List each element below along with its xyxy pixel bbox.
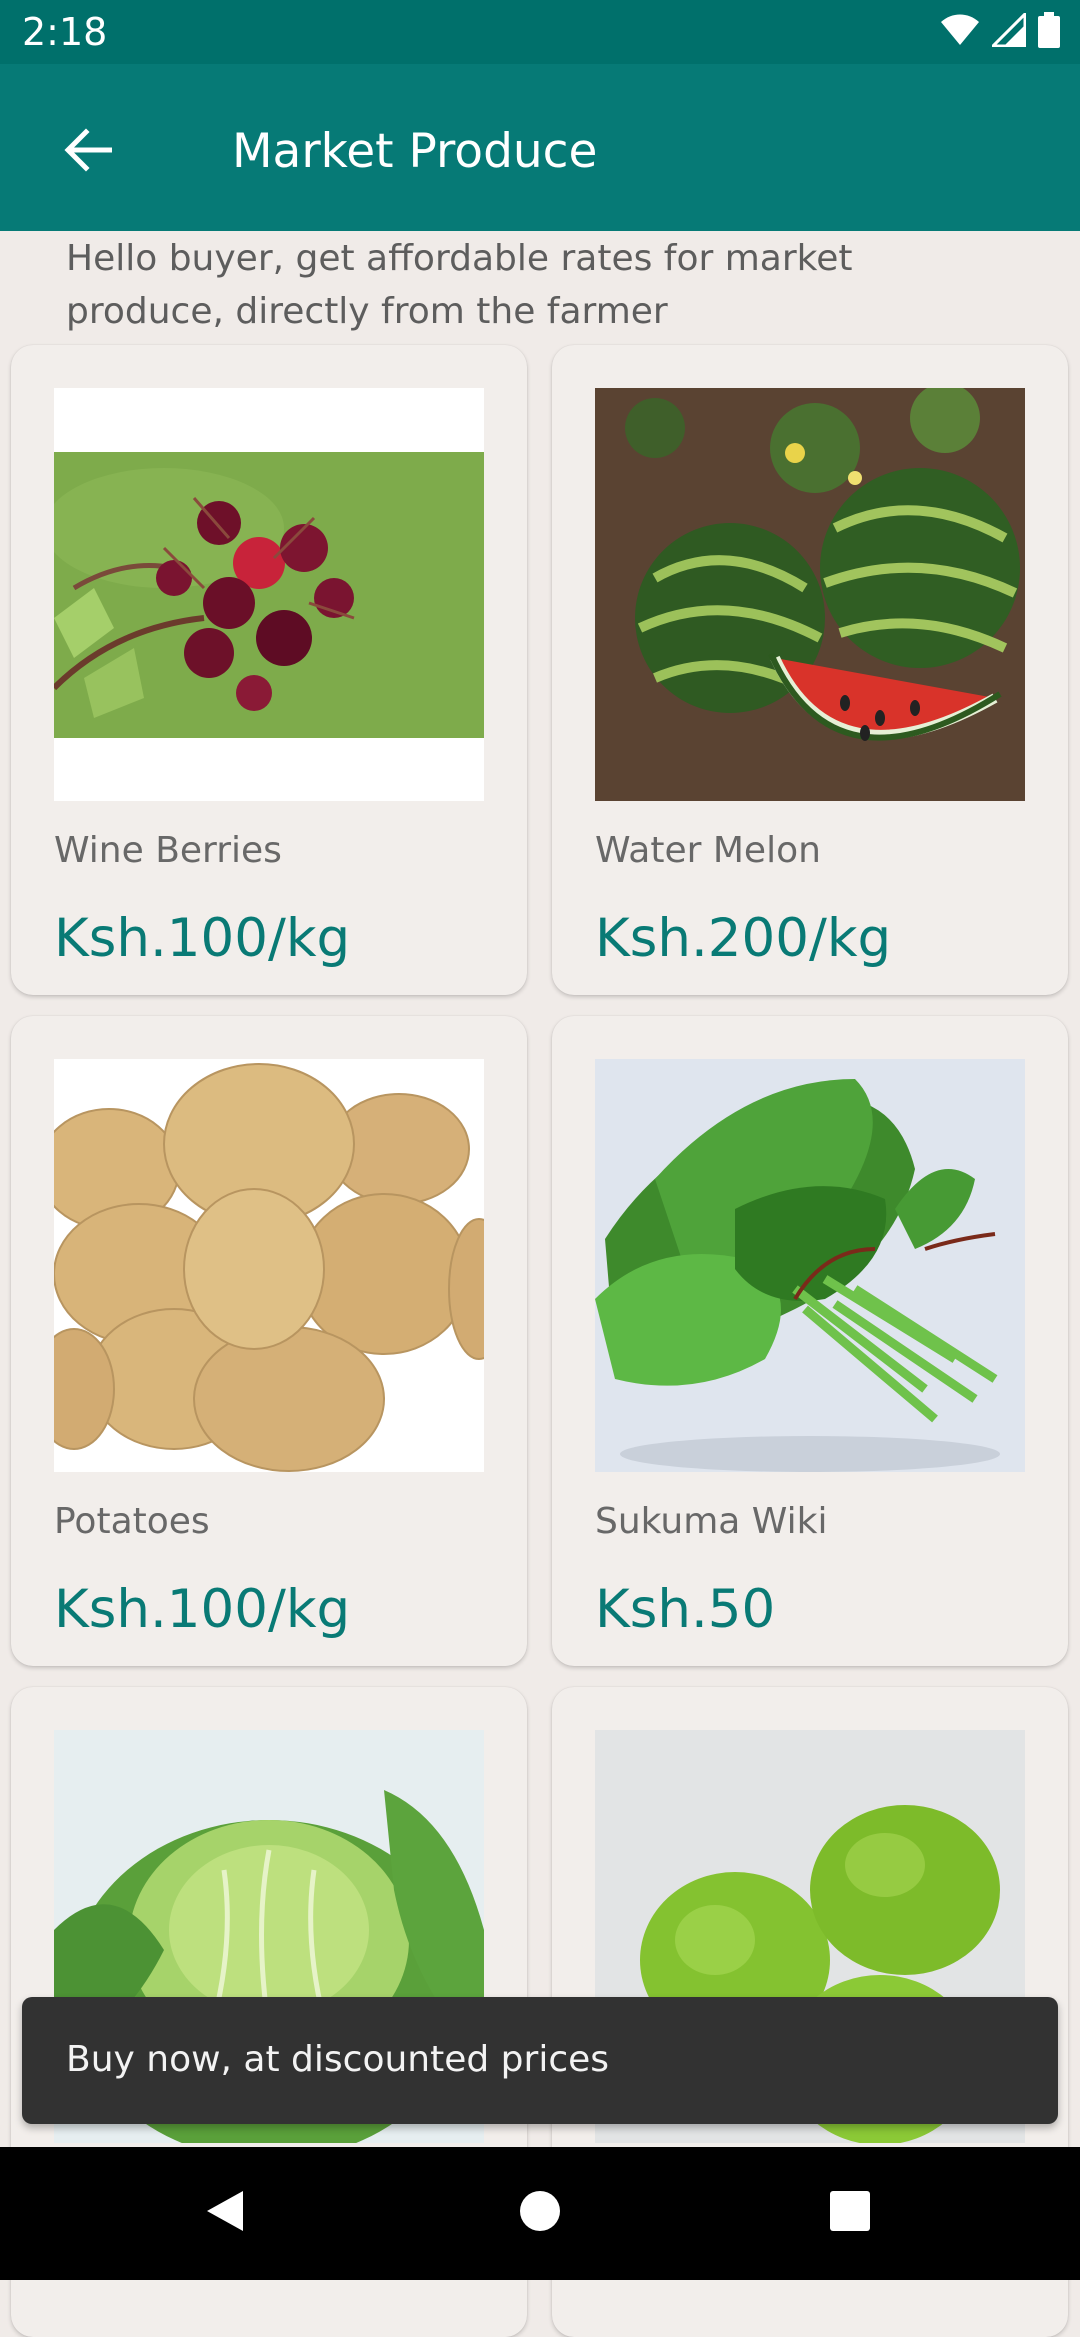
snackbar: Buy now, at discounted prices — [22, 1997, 1058, 2124]
navigation-bar — [0, 2147, 1080, 2280]
app-bar: Market Produce — [0, 64, 1080, 231]
product-card-sukuma-wiki[interactable]: Sukuma Wiki Ksh.50 — [552, 1016, 1068, 1666]
water-melon-image — [595, 388, 1025, 801]
recents-square-icon — [829, 2190, 871, 2237]
product-name: Wine Berries — [54, 830, 282, 871]
intro-text: Hello buyer, get affordable rates for ma… — [66, 238, 853, 332]
product-card-water-melon[interactable]: Water Melon Ksh.200/kg — [552, 345, 1068, 995]
product-card-wine-berries[interactable]: Wine Berries Ksh.100/kg — [11, 345, 527, 995]
nav-recents-button[interactable] — [814, 2177, 886, 2249]
product-name: Potatoes — [54, 1501, 210, 1542]
product-name: Sukuma Wiki — [595, 1501, 828, 1542]
status-time: 2:18 — [22, 10, 108, 54]
product-price: Ksh.200/kg — [595, 908, 892, 969]
nav-back-button[interactable] — [189, 2177, 261, 2249]
nav-home-button[interactable] — [504, 2177, 576, 2249]
status-icons — [940, 9, 1060, 53]
potatoes-image — [54, 1059, 484, 1472]
wine-berries-image — [54, 388, 484, 801]
page-title: Market Produce — [232, 124, 598, 179]
back-button[interactable] — [50, 114, 126, 190]
product-card-potatoes[interactable]: Potatoes Ksh.100/kg — [11, 1016, 527, 1666]
home-circle-icon — [519, 2190, 561, 2237]
product-price: Ksh.50 — [595, 1579, 776, 1640]
back-triangle-icon — [205, 2189, 245, 2238]
battery-icon — [1038, 11, 1060, 53]
back-arrow-icon — [64, 127, 113, 177]
snackbar-message: Buy now, at discounted prices — [66, 2039, 610, 2080]
sukuma-wiki-image — [595, 1059, 1025, 1472]
status-bar: 2:18 — [0, 0, 1080, 64]
wifi-icon — [940, 14, 980, 51]
product-price: Ksh.100/kg — [54, 1579, 351, 1640]
product-price: Ksh.100/kg — [54, 908, 351, 969]
product-name: Water Melon — [595, 830, 821, 871]
signal-icon — [989, 9, 1027, 52]
